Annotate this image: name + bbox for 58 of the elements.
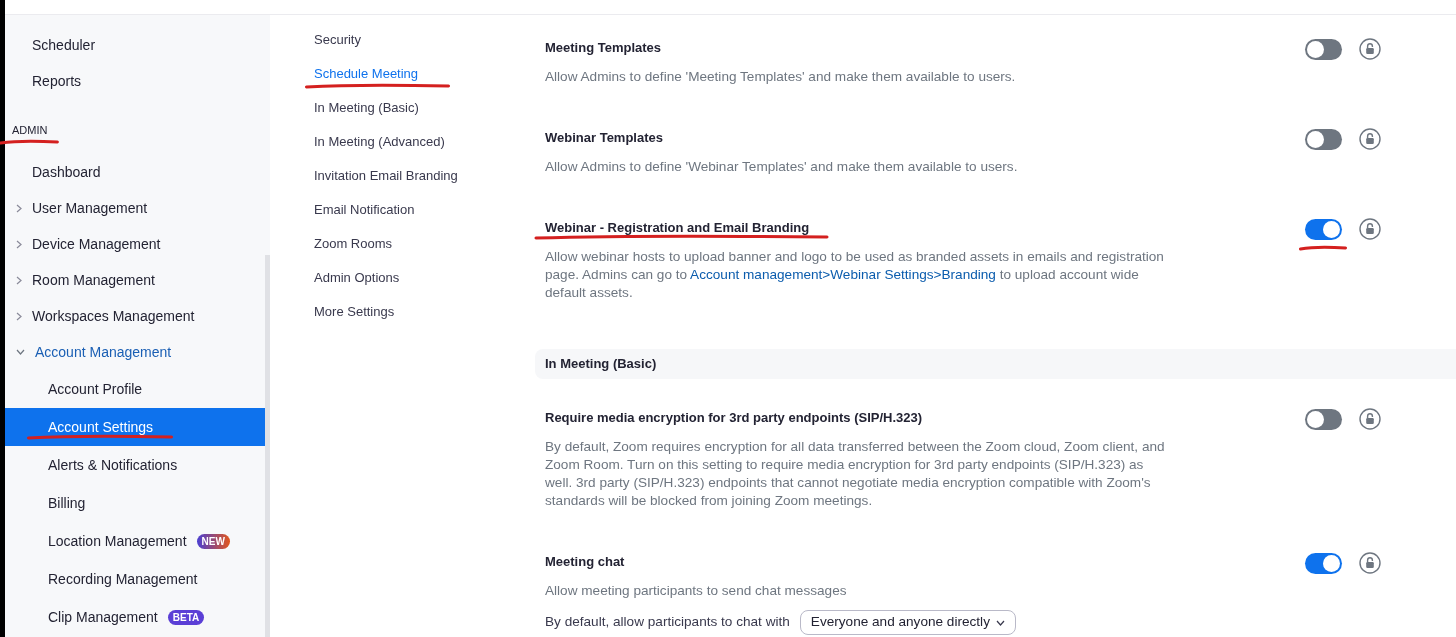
sidebar-item[interactable]: Scheduler xyxy=(5,27,265,63)
lock-icon[interactable] xyxy=(1359,218,1381,240)
chevron-right-icon xyxy=(16,311,22,321)
toggle-switch[interactable] xyxy=(1305,552,1342,574)
sidebar-item[interactable]: Recording Management xyxy=(5,560,265,598)
caret-icon xyxy=(995,619,1005,626)
toggle-switch[interactable] xyxy=(1305,408,1342,430)
sidebar-item[interactable]: Account Management xyxy=(5,334,265,370)
section-heading: ADMIN xyxy=(12,122,48,138)
setting-title: Meeting chat xyxy=(545,553,625,571)
settings-nav-link[interactable]: Email Notification xyxy=(314,200,415,220)
section-header: In Meeting (Basic) xyxy=(535,349,1456,379)
dropdown-select[interactable]: Everyone and anyone directly xyxy=(799,610,1016,635)
settings-nav-link[interactable]: Invitation Email Branding xyxy=(314,166,458,186)
lock-icon[interactable] xyxy=(1359,552,1381,574)
sidebar-item[interactable]: Account Settings xyxy=(5,408,265,446)
lock-icon[interactable] xyxy=(1359,408,1381,430)
toggle-switch[interactable] xyxy=(1305,218,1342,240)
setting-title: Webinar - Registration and Email Branding xyxy=(545,219,810,237)
settings-nav-link[interactable]: Security xyxy=(314,30,361,50)
sidebar-item[interactable]: Reports xyxy=(5,63,265,99)
setting-title: Require media encryption for 3rd party endpoints (SIP/H.323) xyxy=(545,409,923,427)
chevron-right-icon xyxy=(16,239,22,249)
sidebar-item[interactable]: Room Management xyxy=(5,262,265,298)
toggle-switch[interactable] xyxy=(1305,128,1342,150)
setting-title: Webinar Templates xyxy=(545,129,663,147)
setting-description: Allow meeting participants to send chat messages xyxy=(545,582,848,600)
new-badge: NEW xyxy=(196,533,230,549)
sidebar-item[interactable]: Dashboard xyxy=(5,154,265,190)
sidebar-item[interactable]: Device Management xyxy=(5,226,265,262)
chevron-right-icon xyxy=(16,203,22,213)
chevron-down-icon xyxy=(16,349,25,355)
settings-nav-link[interactable]: Admin Options xyxy=(314,268,400,288)
lock-icon[interactable] xyxy=(1359,38,1381,60)
toggle-switch[interactable] xyxy=(1305,38,1342,60)
settings-nav-link[interactable]: In Meeting (Advanced) xyxy=(314,132,445,152)
sidebar-item[interactable]: Account Profile xyxy=(5,370,265,408)
sidebar-item[interactable]: Location Management xyxy=(5,522,187,560)
setting-description: By default, Zoom requires encryption for all data transferred between the Zoom cloud, Zoom client, and Zoom Room. Turn on this setting to require media encryption for 3rd party endpoints (SIP/H.323) as well. 3rd party (SIP/H.323) endpoints that cannot negotiate media encryption compatible with Zoom's standards will be blocked from joining Zoom meetings. xyxy=(545,438,1166,510)
settings-nav-link[interactable]: Schedule Meeting xyxy=(314,64,419,84)
setting-description: Allow webinar hosts to upload banner and logo to be used as branded assets in emails and registration page. Admins can go to Account management>Webinar Settings>Branding to upload account wide default assets. xyxy=(545,248,1165,302)
lock-icon[interactable] xyxy=(1359,128,1381,150)
option-label: By default, allow participants to chat with xyxy=(545,613,790,632)
setting-description: Allow Admins to define 'Meeting Templates' and make them available to users. xyxy=(545,68,1017,86)
settings-nav-link[interactable]: Zoom Rooms xyxy=(314,234,393,254)
sidebar-item[interactable]: Alerts & Notifications xyxy=(5,446,265,484)
setting-title: Meeting Templates xyxy=(545,39,662,57)
setting-description: Allow Admins to define 'Webinar Templates' and make them available to users. xyxy=(545,158,1019,176)
sidebar-item[interactable]: Billing xyxy=(5,484,265,522)
sidebar-item[interactable]: User Management xyxy=(5,190,265,226)
sidebar-item[interactable]: Workspaces Management xyxy=(5,298,265,334)
scrollbar-thumb[interactable] xyxy=(265,255,270,637)
settings-link[interactable]: Account management>Webinar Settings>Branding xyxy=(690,267,996,282)
sidebar-item[interactable]: Clip Management xyxy=(5,598,158,636)
chevron-right-icon xyxy=(16,275,22,285)
beta-badge: BETA xyxy=(167,609,205,625)
settings-nav-link[interactable]: In Meeting (Basic) xyxy=(314,98,419,118)
settings-nav-link[interactable]: More Settings xyxy=(314,302,395,322)
